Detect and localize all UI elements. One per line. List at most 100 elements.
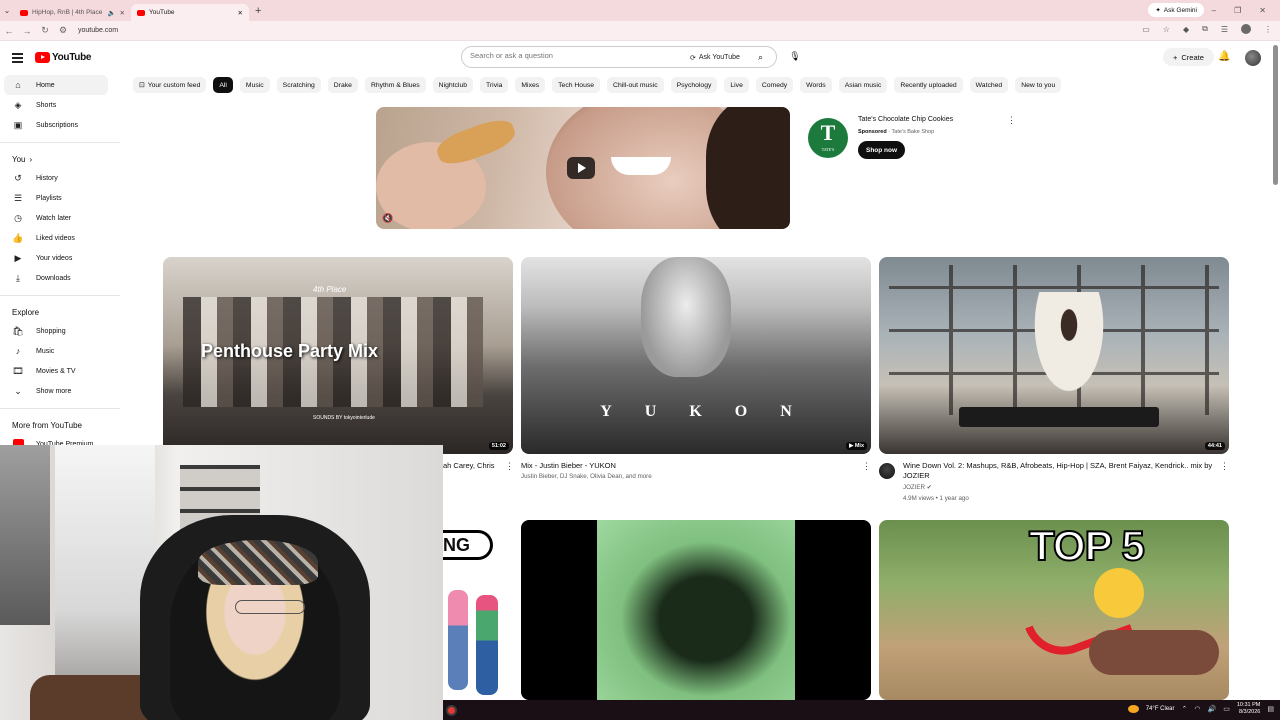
shop-now-button[interactable]: Shop now [858, 141, 906, 159]
play-icon[interactable] [567, 157, 595, 179]
thumbnail-title: YUKON [600, 403, 825, 420]
you-label: You [12, 154, 26, 164]
chip-psychology[interactable]: Psychology [670, 77, 718, 93]
video-title[interactable]: Wine Down Vol. 2: Mashups, R&B, Afrobeat… [903, 461, 1213, 481]
site-info-icon[interactable]: ⚙ [54, 25, 72, 36]
speaker-icon[interactable]: 🔈 [107, 9, 115, 17]
video-channel[interactable]: Justin Bieber, DJ Snake, Olivia Dean, an… [521, 472, 851, 482]
forward-icon[interactable]: → [18, 26, 36, 36]
chip-words[interactable]: Words [800, 77, 832, 93]
sidebar-you-heading[interactable]: You › [0, 150, 120, 168]
video-title[interactable]: ah Carey, Chris [443, 461, 503, 471]
sidebar-item-subscriptions[interactable]: ▣ Subscriptions [0, 115, 120, 135]
more-options-icon[interactable]: ⋮ [1007, 115, 1016, 126]
menu-icon[interactable] [12, 53, 23, 65]
create-button[interactable]: + Create [1163, 48, 1214, 66]
sidebar-item-movies-tv[interactable]: 🎞 Movies & TV [0, 361, 120, 381]
chip-all[interactable]: All [213, 77, 233, 93]
video-thumbnail[interactable]: NG [443, 520, 513, 700]
bookmark-star-icon[interactable]: ☆ [1163, 25, 1170, 34]
video-thumbnail[interactable] [521, 520, 871, 700]
video-thumbnail[interactable]: 4th Place Penthouse Party Mix SOUNDS BY … [163, 257, 513, 454]
sidebar-item-home[interactable]: ⌂ Home [4, 75, 108, 95]
sidebar-item-show-more[interactable]: ⌄ Show more [0, 381, 120, 401]
video-thumbnail[interactable]: TOP 5 [879, 520, 1229, 700]
chip-drake[interactable]: Drake [327, 77, 358, 93]
tray-chevron-icon[interactable]: ⌃ [1182, 705, 1188, 713]
chip-watched[interactable]: Watched [969, 77, 1009, 93]
chip-tech-house[interactable]: Tech House [552, 77, 601, 93]
search-icon[interactable]: ⌕ [758, 52, 763, 63]
weather-icon[interactable] [1127, 705, 1139, 713]
puzzle-icon[interactable]: ⧉ [1202, 24, 1208, 34]
ask-gemini-button[interactable]: ✦ Ask Gemini [1148, 3, 1204, 17]
sidebar-item-history[interactable]: ↺ History [0, 168, 120, 188]
chip-custom-feed[interactable]: ⊡ Your custom feed [133, 77, 207, 93]
back-icon[interactable]: ← [0, 26, 18, 36]
channel-avatar[interactable] [879, 463, 895, 479]
taskbar-app-icon[interactable] [446, 704, 457, 716]
cast-icon[interactable]: ▭ [1142, 25, 1150, 34]
sidebar-item-shorts[interactable]: ◈ Shorts [0, 95, 120, 115]
sidebar-item-your-videos[interactable]: ▶ Your videos [0, 248, 120, 268]
close-window-icon[interactable]: ✕ [1259, 6, 1266, 15]
new-tab-icon[interactable]: + [255, 5, 261, 17]
video-thumbnail[interactable]: YUKON ▶ Mix [521, 257, 871, 454]
more-options-icon[interactable]: ⋮ [505, 461, 514, 472]
clock[interactable]: 10:31 PM 8/3/2026 [1237, 702, 1261, 716]
page-scrollbar[interactable] [1273, 45, 1278, 185]
sidebar-icon[interactable]: ☰ [1221, 25, 1228, 34]
chip-scratching[interactable]: Scratching [276, 77, 321, 93]
ask-youtube-button[interactable]: ⟳ Ask YouTube [684, 50, 746, 65]
tab-youtube[interactable]: YouTube ✕ [131, 4, 249, 21]
chip-chill-out-music[interactable]: Chill-out music [607, 77, 664, 93]
clock-date: 8/3/2026 [1238, 709, 1261, 715]
chip-mixes[interactable]: Mixes [515, 77, 546, 93]
ad-video-thumbnail[interactable]: 🔇 [376, 107, 790, 229]
tab-search-icon[interactable]: ⌄ [0, 6, 14, 15]
close-tab-icon[interactable]: ✕ [238, 9, 243, 17]
sidebar-item-music[interactable]: ♪ Music [0, 341, 120, 361]
notification-icon[interactable]: ▤ [1267, 705, 1274, 713]
mute-icon[interactable]: 🔇 [382, 213, 393, 224]
sidebar-item-watch-later[interactable]: ◷ Watch later [0, 208, 120, 228]
url-field[interactable]: youtube.com [78, 27, 118, 34]
sidebar-item-shopping[interactable]: 🛍 Shopping [0, 321, 120, 341]
minimize-icon[interactable]: – [1212, 6, 1216, 15]
reload-icon[interactable]: ↻ [36, 25, 54, 36]
sidebar-item-downloads[interactable]: ⤓ Downloads [0, 268, 120, 288]
youtube-logo[interactable]: YouTube [35, 52, 92, 63]
maximize-icon[interactable]: ❐ [1234, 6, 1241, 15]
chip-new-to-you[interactable]: New to you [1015, 77, 1062, 93]
search-input[interactable] [470, 51, 680, 60]
browser-menu-icon[interactable]: ⋮ [1264, 25, 1272, 34]
wifi-icon[interactable]: ◠ [1194, 705, 1200, 713]
notifications-bell-icon[interactable]: 🔔 [1218, 51, 1230, 62]
advertiser-logo[interactable]: T TATE'S [808, 118, 848, 158]
chip-trivia[interactable]: Trivia [480, 77, 509, 93]
extension-icon[interactable]: ◆ [1183, 25, 1189, 34]
close-tab-icon[interactable]: ✕ [120, 9, 125, 17]
volume-icon[interactable]: 🔊 [1207, 705, 1216, 713]
chip-rhythm-blues[interactable]: Rhythm & Blues [364, 77, 426, 93]
weather-text[interactable]: 74°F Clear [1146, 706, 1175, 712]
chip-music[interactable]: Music [239, 77, 270, 93]
tab-hiphop[interactable]: HipHop, RnB | 4th Place | t... 🔈 ✕ [14, 4, 131, 21]
chip-asian-music[interactable]: Asian music [838, 77, 888, 93]
video-channel[interactable]: JOZIER ✔ [903, 483, 932, 493]
sidebar-item-liked-videos[interactable]: 👍 Liked videos [0, 228, 120, 248]
battery-icon[interactable]: ▭ [1223, 705, 1230, 713]
account-avatar[interactable] [1245, 50, 1261, 66]
video-thumbnail[interactable]: 44:41 [879, 257, 1229, 454]
ad-title[interactable]: Tate's Chocolate Chip Cookies [858, 116, 953, 123]
sidebar-item-playlists[interactable]: ☰ Playlists [0, 188, 120, 208]
profile-avatar[interactable] [1241, 24, 1251, 34]
microphone-icon[interactable]: 🎙 [789, 51, 801, 65]
chip-comedy[interactable]: Comedy [755, 77, 794, 93]
video-title[interactable]: Mix - Justin Bieber - YUKON [521, 461, 851, 471]
more-options-icon[interactable]: ⋮ [1220, 461, 1229, 472]
chip-recently-uploaded[interactable]: Recently uploaded [894, 77, 963, 93]
chip-live[interactable]: Live [724, 77, 749, 93]
more-options-icon[interactable]: ⋮ [862, 461, 871, 472]
chip-nightclub[interactable]: Nightclub [432, 77, 474, 93]
